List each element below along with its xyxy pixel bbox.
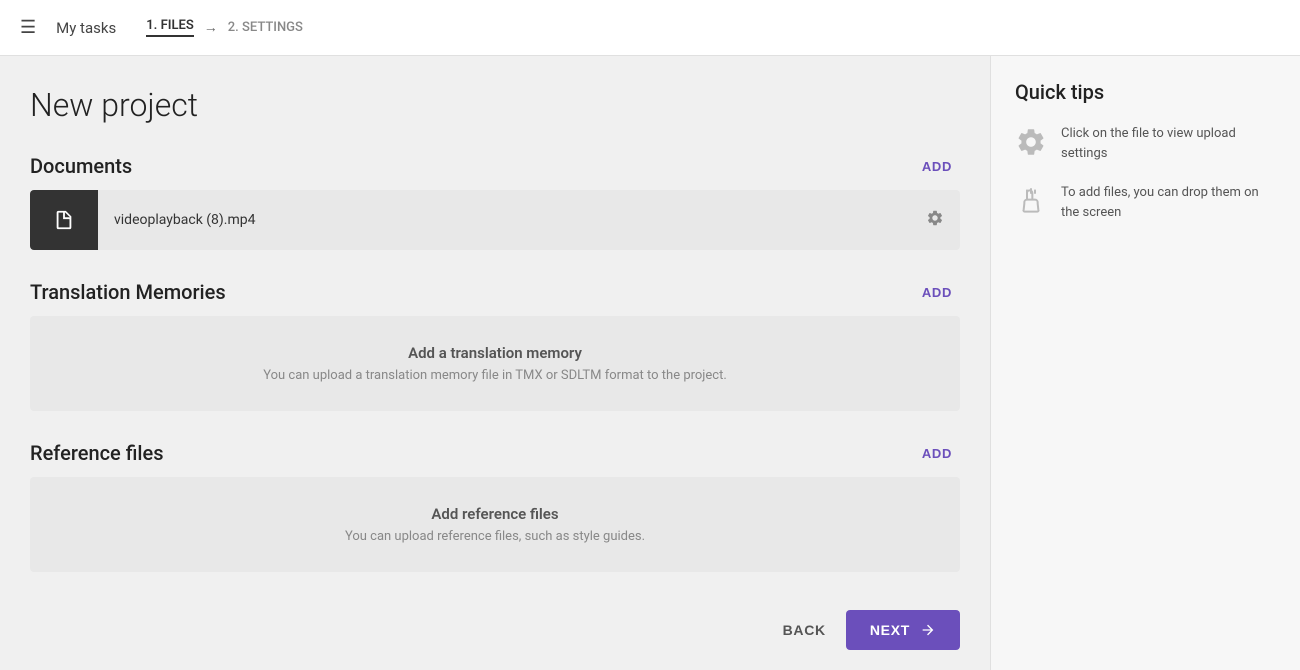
tip-text-2: To add files, you can drop them on the s… bbox=[1061, 183, 1276, 222]
main-content: New project Documents ADD videoplayback … bbox=[0, 56, 990, 670]
reference-files-section: Reference files ADD Add reference files … bbox=[30, 441, 960, 572]
sidebar: Quick tips Click on the file to view upl… bbox=[990, 56, 1300, 670]
tip-item-2: To add files, you can drop them on the s… bbox=[1015, 183, 1276, 222]
next-button[interactable]: NEXT bbox=[846, 610, 960, 650]
documents-section-title: Documents bbox=[30, 154, 132, 178]
reference-files-header: Reference files ADD bbox=[30, 441, 960, 465]
file-settings-icon[interactable] bbox=[910, 209, 960, 232]
tip-item-1: Click on the file to view upload setting… bbox=[1015, 124, 1276, 163]
file-name: videoplayback (8).mp4 bbox=[98, 212, 910, 228]
menu-icon[interactable]: ☰ bbox=[20, 17, 36, 38]
file-type-icon-box bbox=[30, 190, 98, 250]
translation-memories-empty-title: Add a translation memory bbox=[50, 344, 940, 362]
translation-memories-empty-box: Add a translation memory You can upload … bbox=[30, 316, 960, 411]
back-button[interactable]: BACK bbox=[783, 622, 826, 638]
translation-memories-section: Translation Memories ADD Add a translati… bbox=[30, 280, 960, 411]
bottom-bar: BACK NEXT bbox=[783, 610, 960, 650]
step-indicators: 1. FILES → 2. SETTINGS bbox=[146, 18, 303, 37]
page-title: New project bbox=[30, 86, 960, 124]
documents-add-button[interactable]: ADD bbox=[914, 155, 960, 178]
reference-files-empty-box: Add reference files You can upload refer… bbox=[30, 477, 960, 572]
step2-label[interactable]: 2. SETTINGS bbox=[228, 20, 303, 35]
reference-files-add-button[interactable]: ADD bbox=[914, 442, 960, 465]
sidebar-title: Quick tips bbox=[1015, 80, 1276, 104]
body-layout: New project Documents ADD videoplayback … bbox=[0, 56, 1300, 670]
reference-files-empty-title: Add reference files bbox=[50, 505, 940, 523]
translation-memories-header: Translation Memories ADD bbox=[30, 280, 960, 304]
next-button-label: NEXT bbox=[870, 622, 910, 638]
tip-gear-icon bbox=[1015, 126, 1047, 158]
translation-memories-add-button[interactable]: ADD bbox=[914, 281, 960, 304]
tip-hand-icon bbox=[1015, 185, 1047, 217]
documents-section: Documents ADD videoplayback (8).mp4 bbox=[30, 154, 960, 250]
step1-label[interactable]: 1. FILES bbox=[146, 18, 194, 37]
step-arrow-icon: → bbox=[204, 19, 218, 36]
file-icon bbox=[53, 209, 75, 231]
translation-memories-title: Translation Memories bbox=[30, 280, 226, 304]
document-file-row[interactable]: videoplayback (8).mp4 bbox=[30, 190, 960, 250]
translation-memories-empty-sub: You can upload a translation memory file… bbox=[50, 368, 940, 383]
reference-files-empty-sub: You can upload reference files, such as … bbox=[50, 529, 940, 544]
documents-section-header: Documents ADD bbox=[30, 154, 960, 178]
reference-files-title: Reference files bbox=[30, 441, 164, 465]
tip-text-1: Click on the file to view upload setting… bbox=[1061, 124, 1276, 163]
my-tasks-link[interactable]: My tasks bbox=[56, 19, 116, 37]
next-arrow-icon bbox=[920, 622, 936, 638]
header: ☰ My tasks 1. FILES → 2. SETTINGS bbox=[0, 0, 1300, 56]
